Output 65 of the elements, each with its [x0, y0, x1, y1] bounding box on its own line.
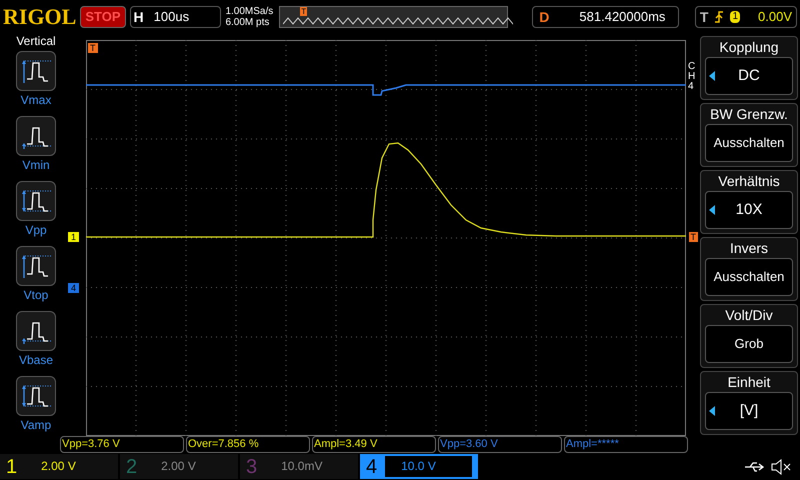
channel-tab[interactable]: 3 10.0mV	[240, 454, 358, 479]
speaker-muted-icon	[770, 458, 792, 476]
timebase-label: H	[134, 8, 144, 26]
channel-marker: 1	[68, 232, 80, 242]
measure-button[interactable]	[16, 51, 56, 91]
menu-item-title: Invers	[730, 239, 768, 258]
menu-value-button[interactable]: Grob	[705, 325, 793, 363]
channel-scale: 2.00 V	[40, 458, 77, 475]
menu-item-title: BW Grenzw.	[710, 105, 788, 124]
menu-item-title: Verhältnis	[718, 172, 780, 191]
menu-value-button[interactable]: [V]	[705, 392, 793, 430]
channel-tab[interactable]: 4 10.0 V	[360, 454, 478, 479]
channel-number: 2	[126, 456, 138, 476]
channel-scale: 2.00 V	[160, 458, 197, 475]
channel-number: 4	[366, 456, 378, 476]
sample-rate: 1.00MSa/s	[225, 6, 274, 17]
rising-edge-icon	[714, 10, 724, 24]
menu-value-button[interactable]: 10X	[705, 191, 793, 229]
menu-title: Vertical	[16, 34, 56, 48]
channel-number: 1	[6, 456, 18, 476]
measurement-readout: Ampl=*****	[564, 436, 688, 453]
caret-icon	[709, 205, 715, 215]
delay-label: D	[539, 8, 550, 26]
measure-label: Vamp	[20, 417, 52, 434]
delay-value: 581.420000ms	[579, 8, 666, 26]
channel-tab[interactable]: 2 2.00 V	[120, 454, 238, 479]
measure-button[interactable]	[16, 246, 56, 286]
measure-label: Vmin	[22, 157, 50, 174]
trigger-marker: T	[88, 43, 98, 53]
measurement-readout: Over=7.856 %	[186, 436, 310, 453]
trigger-position-marker: T	[300, 7, 308, 16]
memory-depth: 6.00M pts	[225, 17, 270, 28]
menu-value-button[interactable]: DC	[705, 57, 793, 95]
channel-number: 3	[246, 456, 258, 476]
caret-icon	[709, 71, 715, 81]
measure-label: Vpp	[25, 222, 47, 239]
measurement-readout: Ampl=3.49 V	[312, 436, 436, 453]
measure-button[interactable]	[16, 116, 56, 156]
measurement-readout: Vpp=3.76 V	[60, 436, 184, 453]
caret-icon	[709, 406, 715, 416]
measure-button[interactable]	[16, 311, 56, 351]
channel-scale: 10.0mV	[280, 458, 324, 475]
trigger-level-marker: T	[688, 232, 698, 242]
menu-item-title: Einheit	[728, 373, 770, 392]
channel-marker: 4	[68, 283, 80, 293]
brand-logo: RIGOL	[3, 6, 76, 28]
measure-label: Vtop	[24, 287, 48, 304]
channel-tab[interactable]: 1 2.00 V	[0, 454, 118, 479]
usb-icon	[744, 460, 764, 472]
channel-label: CH4	[688, 62, 696, 92]
trigger-label: T	[700, 8, 708, 26]
measure-button[interactable]	[16, 376, 56, 416]
measure-label: Vbase	[18, 352, 54, 369]
measure-button[interactable]	[16, 181, 56, 221]
timebase-value: 100us	[154, 8, 190, 26]
channel-scale: 10.0 V	[385, 456, 472, 477]
trigger-source: 1	[730, 11, 740, 23]
trigger-level: 0.00V	[758, 8, 792, 26]
wave-thumbnail-icon	[283, 17, 514, 25]
measurement-readout: Vpp=3.60 V	[438, 436, 562, 453]
measure-label: Vmax	[20, 92, 52, 109]
menu-value-button[interactable]: Ausschalten	[705, 124, 793, 162]
menu-item-title: Volt/Div	[725, 306, 773, 325]
menu-item-title: Kopplung	[719, 38, 779, 57]
menu-value-button[interactable]: Ausschalten	[705, 258, 793, 296]
